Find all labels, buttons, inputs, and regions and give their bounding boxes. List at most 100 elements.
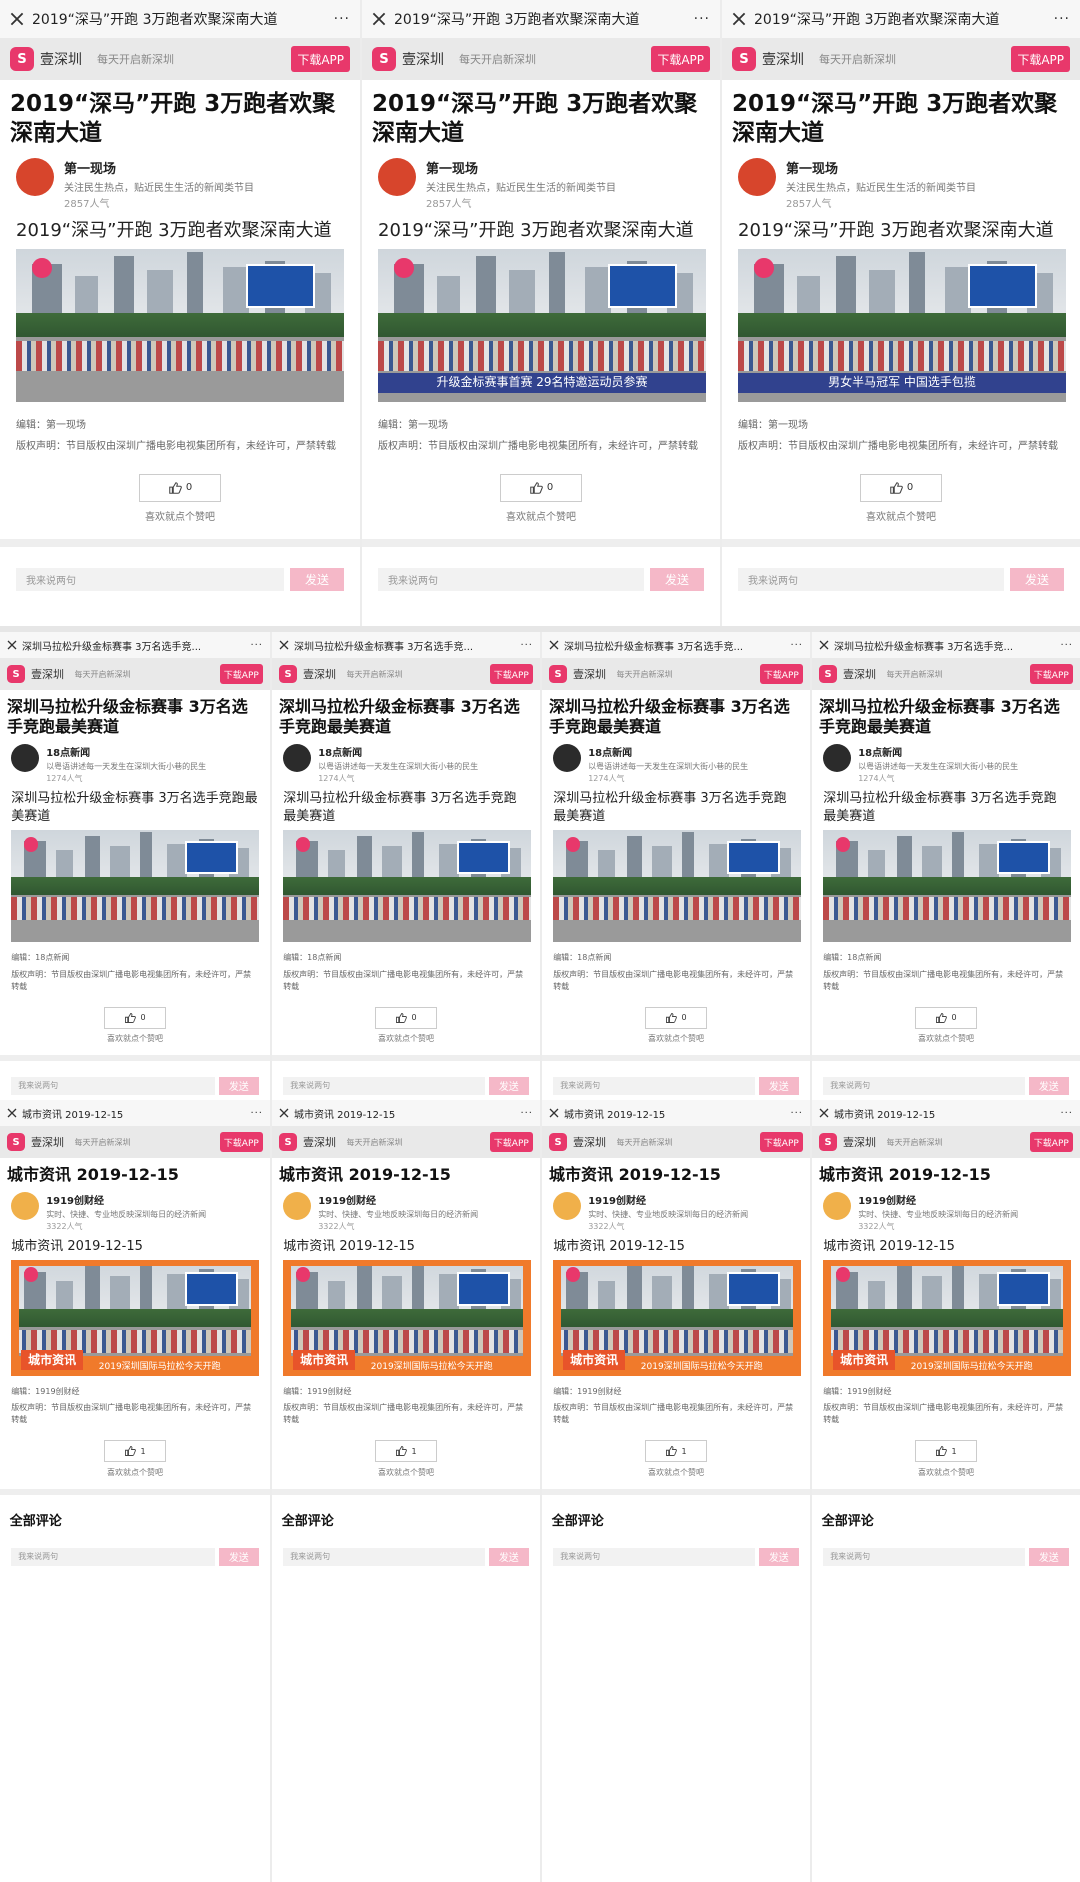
more-icon[interactable]: ··· xyxy=(250,640,263,651)
author-row[interactable]: 18点新闻 以粤语讲述每一天发生在深圳大街小巷的民生 1274人气 xyxy=(812,737,1080,784)
like-button[interactable]: 0 xyxy=(645,1006,707,1029)
more-icon[interactable]: ··· xyxy=(1060,1108,1073,1119)
send-button[interactable]: 发送 xyxy=(758,1548,799,1566)
like-button[interactable]: 0 xyxy=(375,1006,437,1029)
download-app-button[interactable]: 下载APP xyxy=(759,664,803,684)
comment-input[interactable]: 我来说两句 xyxy=(738,568,1004,592)
video-thumbnail[interactable]: 男女半马冠军 中国选手包揽 xyxy=(738,248,1066,402)
author-row[interactable]: 第一现场 关注民生热点，贴近民生生活的新闻类节目 2857人气 xyxy=(0,148,360,210)
download-app-button[interactable]: 下载APP xyxy=(1029,664,1073,684)
more-icon[interactable]: ··· xyxy=(694,11,710,27)
download-app-button[interactable]: 下载APP xyxy=(219,1132,263,1152)
download-app-button[interactable]: 下载APP xyxy=(219,664,263,684)
comment-input[interactable]: 我来说两句 xyxy=(283,1548,485,1566)
like-button[interactable]: 0 xyxy=(139,473,221,502)
author-avatar[interactable] xyxy=(553,1192,582,1220)
brand-name: 壹深圳 xyxy=(573,668,606,681)
download-app-button[interactable]: 下载APP xyxy=(1011,46,1070,72)
video-thumbnail[interactable]: 城市资讯 2019深圳国际马拉松今天开跑 xyxy=(553,1259,801,1376)
more-icon[interactable]: ··· xyxy=(250,1108,263,1119)
send-button[interactable]: 发送 xyxy=(1028,1077,1069,1095)
author-row[interactable]: 18点新闻 以粤语讲述每一天发生在深圳大街小巷的民生 1274人气 xyxy=(542,737,810,784)
video-thumbnail[interactable] xyxy=(16,248,344,402)
like-button[interactable]: 1 xyxy=(104,1440,166,1463)
comment-input[interactable]: 我来说两句 xyxy=(553,1077,755,1095)
author-avatar[interactable] xyxy=(16,157,54,196)
close-icon[interactable] xyxy=(279,1108,289,1118)
video-thumbnail[interactable] xyxy=(553,830,801,943)
comment-input[interactable]: 我来说两句 xyxy=(283,1077,485,1095)
comment-input[interactable]: 我来说两句 xyxy=(11,1077,215,1095)
send-button[interactable]: 发送 xyxy=(488,1077,529,1095)
more-icon[interactable]: ··· xyxy=(1060,640,1073,651)
download-app-button[interactable]: 下载APP xyxy=(489,664,533,684)
comment-input[interactable]: 我来说两句 xyxy=(16,568,284,592)
comment-input[interactable]: 我来说两句 xyxy=(378,568,644,592)
send-button[interactable]: 发送 xyxy=(758,1077,799,1095)
send-button[interactable]: 发送 xyxy=(1010,568,1064,592)
like-button[interactable]: 0 xyxy=(860,473,942,502)
author-row[interactable]: 1919创财经 实时、快捷、专业地反映深圳每日的经济新闻 3322人气 xyxy=(0,1185,270,1232)
author-avatar[interactable] xyxy=(283,1192,312,1220)
send-button[interactable]: 发送 xyxy=(218,1077,259,1095)
comment-input[interactable]: 我来说两句 xyxy=(553,1548,755,1566)
like-button[interactable]: 0 xyxy=(104,1006,166,1029)
video-thumbnail[interactable]: 城市资讯 2019深圳国际马拉松今天开跑 xyxy=(11,1259,259,1376)
send-button[interactable]: 发送 xyxy=(290,568,344,592)
author-avatar[interactable] xyxy=(11,1192,40,1220)
like-button[interactable]: 1 xyxy=(645,1440,707,1463)
send-button[interactable]: 发送 xyxy=(488,1548,529,1566)
video-thumbnail[interactable] xyxy=(823,830,1071,943)
download-app-button[interactable]: 下载APP xyxy=(291,46,350,72)
more-icon[interactable]: ··· xyxy=(520,1108,533,1119)
video-thumbnail[interactable] xyxy=(283,830,531,943)
more-icon[interactable]: ··· xyxy=(790,1108,803,1119)
send-button[interactable]: 发送 xyxy=(650,568,704,592)
more-icon[interactable]: ··· xyxy=(520,640,533,651)
close-icon[interactable] xyxy=(279,640,289,650)
like-button[interactable]: 1 xyxy=(375,1440,437,1463)
comment-input[interactable]: 我来说两句 xyxy=(11,1548,215,1566)
author-avatar[interactable] xyxy=(11,744,40,772)
close-icon[interactable] xyxy=(549,1108,559,1118)
send-button[interactable]: 发送 xyxy=(1028,1548,1069,1566)
close-icon[interactable] xyxy=(7,1108,17,1118)
close-icon[interactable] xyxy=(549,640,559,650)
close-icon[interactable] xyxy=(819,1108,829,1118)
author-row[interactable]: 1919创财经 实时、快捷、专业地反映深圳每日的经济新闻 3322人气 xyxy=(812,1185,1080,1232)
close-icon[interactable] xyxy=(372,12,386,26)
author-avatar[interactable] xyxy=(378,157,416,196)
download-app-button[interactable]: 下载APP xyxy=(759,1132,803,1152)
download-app-button[interactable]: 下载APP xyxy=(489,1132,533,1152)
author-avatar[interactable] xyxy=(823,1192,852,1220)
author-row[interactable]: 第一现场 关注民生热点，贴近民生生活的新闻类节目 2857人气 xyxy=(362,148,720,210)
more-icon[interactable]: ··· xyxy=(1054,11,1070,27)
video-thumbnail[interactable] xyxy=(11,830,259,943)
author-avatar[interactable] xyxy=(823,744,852,772)
author-avatar[interactable] xyxy=(283,744,312,772)
close-icon[interactable] xyxy=(10,12,24,26)
author-row[interactable]: 1919创财经 实时、快捷、专业地反映深圳每日的经济新闻 3322人气 xyxy=(542,1185,810,1232)
video-thumbnail[interactable]: 城市资讯 2019深圳国际马拉松今天开跑 xyxy=(823,1259,1071,1376)
close-icon[interactable] xyxy=(7,640,17,650)
author-row[interactable]: 18点新闻 以粤语讲述每一天发生在深圳大街小巷的民生 1274人气 xyxy=(272,737,540,784)
comment-input[interactable]: 我来说两句 xyxy=(823,1548,1025,1566)
close-icon[interactable] xyxy=(732,12,746,26)
comment-input[interactable]: 我来说两句 xyxy=(823,1077,1025,1095)
author-row[interactable]: 第一现场 关注民生热点，贴近民生生活的新闻类节目 2857人气 xyxy=(722,148,1080,210)
like-button[interactable]: 0 xyxy=(500,473,582,502)
author-avatar[interactable] xyxy=(553,744,582,772)
download-app-button[interactable]: 下载APP xyxy=(651,46,710,72)
author-row[interactable]: 18点新闻 以粤语讲述每一天发生在深圳大街小巷的民生 1274人气 xyxy=(0,737,270,784)
download-app-button[interactable]: 下载APP xyxy=(1029,1132,1073,1152)
more-icon[interactable]: ··· xyxy=(334,11,350,27)
video-thumbnail[interactable]: 升级金标赛事首赛 29名特邀运动员参赛 xyxy=(378,248,706,402)
video-thumbnail[interactable]: 城市资讯 2019深圳国际马拉松今天开跑 xyxy=(283,1259,531,1376)
author-avatar[interactable] xyxy=(738,157,776,196)
close-icon[interactable] xyxy=(819,640,829,650)
send-button[interactable]: 发送 xyxy=(218,1548,259,1566)
like-button[interactable]: 1 xyxy=(915,1440,977,1463)
author-row[interactable]: 1919创财经 实时、快捷、专业地反映深圳每日的经济新闻 3322人气 xyxy=(272,1185,540,1232)
more-icon[interactable]: ··· xyxy=(790,640,803,651)
like-button[interactable]: 0 xyxy=(915,1006,977,1029)
